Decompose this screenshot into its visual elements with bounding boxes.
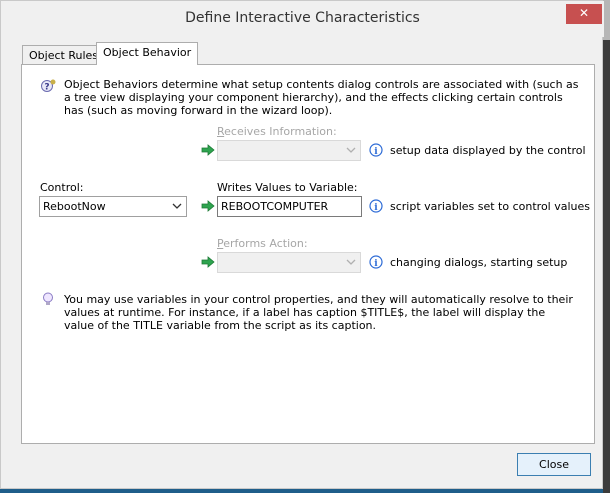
tab-object-behavior[interactable]: Object Behavior [96, 42, 199, 65]
writes-description: script variables set to control values [390, 200, 591, 213]
tip-text: You may use variables in your control pr… [64, 293, 573, 332]
writes-variable-input[interactable]: REBOOTCOMPUTER [217, 196, 362, 217]
receives-combo[interactable] [217, 140, 361, 161]
receives-description: setup data displayed by the control [390, 144, 586, 157]
tab-object-rules[interactable]: Object Rules [22, 45, 105, 65]
title-bar: Define Interactive Characteristics ✕ [1, 1, 604, 37]
svg-text:?: ? [44, 83, 49, 93]
chevron-down-icon [172, 203, 182, 209]
help-question-icon: ? [41, 79, 56, 93]
performs-description: changing dialogs, starting setup [390, 256, 568, 269]
svg-text:i: i [374, 147, 378, 157]
background-dark-area [603, 40, 610, 493]
chevron-down-icon [346, 259, 356, 265]
green-arrow-icon [201, 144, 215, 156]
performs-combo[interactable] [217, 252, 361, 273]
info-icon: i [369, 143, 383, 157]
info-icon: i [369, 199, 383, 213]
control-label: Control: [40, 181, 84, 194]
control-select-value: RebootNow [43, 200, 106, 213]
green-arrow-icon [201, 200, 215, 212]
chevron-down-icon [346, 147, 356, 153]
background-strip [603, 0, 610, 493]
info-icon: i [369, 255, 383, 269]
lightbulb-icon [43, 292, 53, 305]
svg-text:i: i [374, 203, 378, 213]
window-close-button[interactable]: ✕ [566, 4, 602, 24]
green-arrow-icon [201, 256, 215, 268]
svg-text:i: i [374, 259, 378, 269]
performs-label: Performs Action: [217, 237, 308, 250]
intro-text: Object Behaviors determine what setup co… [64, 78, 579, 117]
close-button[interactable]: Close [517, 453, 591, 476]
receives-label: Receives Information: [217, 125, 337, 138]
window-title: Define Interactive Characteristics [185, 10, 420, 26]
writes-label: Writes Values to Variable: [217, 181, 358, 194]
dialog-window: Define Interactive Characteristics ✕ Obj… [0, 0, 604, 489]
control-select[interactable]: RebootNow [39, 196, 187, 217]
